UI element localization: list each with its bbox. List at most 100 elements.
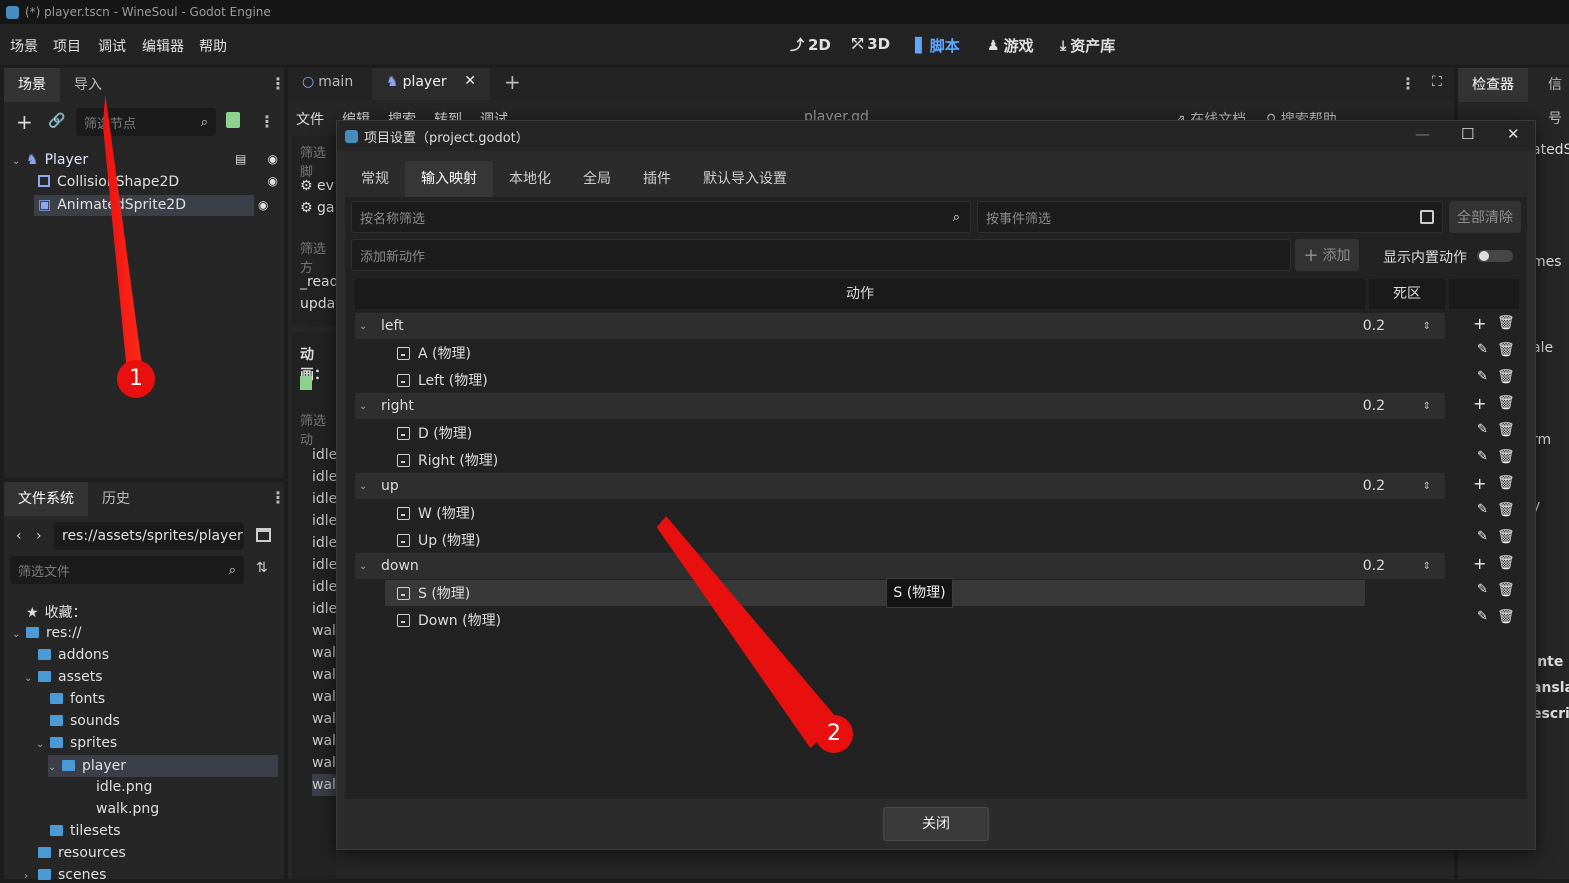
animation-item[interactable]: wal	[312, 686, 337, 708]
tab-signals[interactable]: 信号	[1534, 68, 1569, 127]
fs-favorites[interactable]: ★ 收藏：	[26, 602, 87, 622]
close-tab-icon[interactable]: ✕	[464, 73, 476, 89]
collapse-arrow-icon[interactable]: ⌄	[359, 401, 373, 412]
tab-plugins[interactable]: 插件	[627, 161, 687, 197]
method-filter[interactable]: 筛选方	[300, 238, 336, 276]
edit-event-icon[interactable]: ✎	[1477, 369, 1488, 384]
sort-icon[interactable]: ⇅	[256, 560, 268, 576]
forward-icon[interactable]: ›	[36, 528, 42, 544]
action-row-left[interactable]: ⌄ left 0.2 ⇕	[355, 313, 1445, 339]
tab-filesystem[interactable]: 文件系统	[4, 482, 88, 516]
visibility-eye-icon[interactable]: ◉	[258, 198, 276, 212]
add-event-icon[interactable]: +	[1473, 474, 1486, 493]
tab-history[interactable]: 历史	[88, 482, 144, 516]
event-row[interactable]: W (物理)	[385, 500, 1365, 526]
script-menu-file[interactable]: 文件	[296, 109, 324, 129]
fs-path-field[interactable]: res://assets/sprites/player	[54, 522, 244, 550]
menu-help[interactable]: 帮助	[199, 36, 227, 56]
menu-project[interactable]: 项目	[53, 36, 81, 56]
remove-event-icon[interactable]: 🗑	[1497, 342, 1515, 358]
collapse-arrow-icon[interactable]: ⌄	[359, 321, 373, 332]
tab-localization[interactable]: 本地化	[493, 161, 567, 197]
fs-item-tilesets[interactable]: tilesets	[50, 823, 121, 839]
animation-item[interactable]: wal	[312, 708, 337, 730]
collapse-arrow-icon[interactable]: ⌄	[359, 481, 373, 492]
edit-event-icon[interactable]: ✎	[1477, 609, 1488, 624]
scene-tree-root[interactable]: ⌄ ♞ Player ▤ ◉	[12, 152, 282, 168]
spinner-arrows-icon[interactable]: ⇕	[1423, 401, 1431, 412]
listen-event-icon[interactable]	[1420, 210, 1434, 224]
animation-item[interactable]: wal	[312, 620, 337, 642]
fs-item-res[interactable]: ⌄ res://	[12, 625, 82, 641]
deadzone-value[interactable]: 0.2	[1363, 318, 1385, 334]
scene-menu-icon[interactable]: ⋮	[259, 112, 275, 131]
scene-tree-node-animated-sprite[interactable]: ▣ AnimatedSprite2D	[34, 195, 254, 216]
method-item-update[interactable]: updat	[300, 296, 341, 312]
event-row[interactable]: S (物理)	[385, 580, 1365, 606]
tab-player[interactable]: ♞ player ✕	[372, 68, 490, 100]
animation-item[interactable]: idle	[312, 576, 337, 598]
workspace-script[interactable]: ▋ 脚本	[915, 35, 960, 56]
tab-globals[interactable]: 全局	[567, 161, 627, 197]
fs-item-fonts[interactable]: fonts	[50, 691, 105, 707]
edit-event-icon[interactable]: ✎	[1477, 582, 1488, 597]
script-item-ev[interactable]: ⚙ ev	[300, 178, 334, 194]
deadzone-value[interactable]: 0.2	[1363, 478, 1385, 494]
tab-main[interactable]: ○ main	[302, 74, 353, 90]
event-row[interactable]: Up (物理)	[385, 527, 1365, 553]
filter-by-event-input[interactable]: 按事件筛选	[977, 201, 1443, 233]
remove-event-icon[interactable]: 🗑	[1497, 609, 1515, 625]
animation-item[interactable]: idle	[312, 532, 337, 554]
fs-item-sprites[interactable]: ⌄ sprites	[36, 735, 117, 751]
dock-menu-icon[interactable]: ⋮	[270, 74, 286, 93]
action-row-up[interactable]: ⌄ up 0.2 ⇕	[355, 473, 1445, 499]
remove-action-icon[interactable]: 🗑	[1497, 315, 1515, 331]
animation-item[interactable]: idle	[312, 510, 337, 532]
event-row[interactable]: Right (物理)	[385, 447, 1365, 473]
minimize-icon[interactable]: —	[1415, 125, 1430, 143]
visibility-eye-icon[interactable]: ◉	[268, 174, 278, 188]
new-animation-icon[interactable]	[300, 376, 312, 390]
scene-tree-node-collision[interactable]: CollisionShape2D ◉	[38, 174, 282, 190]
script-filter[interactable]: 筛选脚	[300, 142, 336, 180]
fs-item-walk-png[interactable]: walk.png	[96, 801, 159, 817]
remove-event-icon[interactable]: 🗑	[1497, 449, 1515, 465]
animation-item[interactable]: wal	[312, 774, 338, 796]
add-tab-icon[interactable]: +	[504, 70, 521, 94]
spinner-arrows-icon[interactable]: ⇕	[1423, 321, 1431, 332]
file-filter-input[interactable]: 筛选文件 ⌕	[10, 556, 244, 584]
event-row[interactable]: A (物理)	[385, 340, 1365, 366]
animation-item[interactable]: idle	[312, 444, 337, 466]
distraction-free-icon[interactable]: ⛶	[1432, 74, 1442, 90]
script-attached-icon[interactable]: ▤	[235, 152, 246, 166]
edit-event-icon[interactable]: ✎	[1477, 529, 1488, 544]
event-row[interactable]: Down (物理)	[385, 607, 1365, 633]
remove-event-icon[interactable]: 🗑	[1497, 369, 1515, 385]
tab-import-defaults[interactable]: 默认导入设置	[687, 161, 803, 197]
dock-menu-icon[interactable]: ⋮	[270, 488, 286, 507]
tab-general[interactable]: 常规	[345, 161, 405, 197]
fs-item-addons[interactable]: addons	[38, 647, 109, 663]
action-row-right[interactable]: ⌄ right 0.2 ⇕	[355, 393, 1445, 419]
tab-import[interactable]: 导入	[60, 68, 116, 102]
workspace-3d[interactable]: ⤱ 3D	[852, 35, 890, 53]
animation-item[interactable]: wal	[312, 642, 337, 664]
add-event-icon[interactable]: +	[1473, 394, 1486, 413]
remove-event-icon[interactable]: 🗑	[1497, 422, 1515, 438]
add-event-icon[interactable]: +	[1473, 554, 1486, 573]
remove-action-icon[interactable]: 🗑	[1497, 555, 1515, 571]
link-icon[interactable]: 🔗	[48, 113, 65, 129]
deadzone-value[interactable]: 0.2	[1363, 398, 1385, 414]
menu-editor[interactable]: 编辑器	[142, 36, 184, 56]
animation-item[interactable]: idle	[312, 598, 337, 620]
edit-event-icon[interactable]: ✎	[1477, 449, 1488, 464]
remove-event-icon[interactable]: 🗑	[1497, 582, 1515, 598]
spinner-arrows-icon[interactable]: ⇕	[1423, 481, 1431, 492]
fs-item-sounds[interactable]: sounds	[50, 713, 120, 729]
remove-action-icon[interactable]: 🗑	[1497, 395, 1515, 411]
animation-filter[interactable]: 筛选动	[300, 410, 336, 448]
add-action-input[interactable]: 添加新动作	[351, 239, 1291, 271]
filter-by-name-input[interactable]: 按名称筛选 ⌕	[351, 201, 971, 233]
fs-item-assets[interactable]: ⌄ assets	[24, 669, 103, 685]
fs-item-scenes[interactable]: › scenes	[24, 867, 106, 883]
